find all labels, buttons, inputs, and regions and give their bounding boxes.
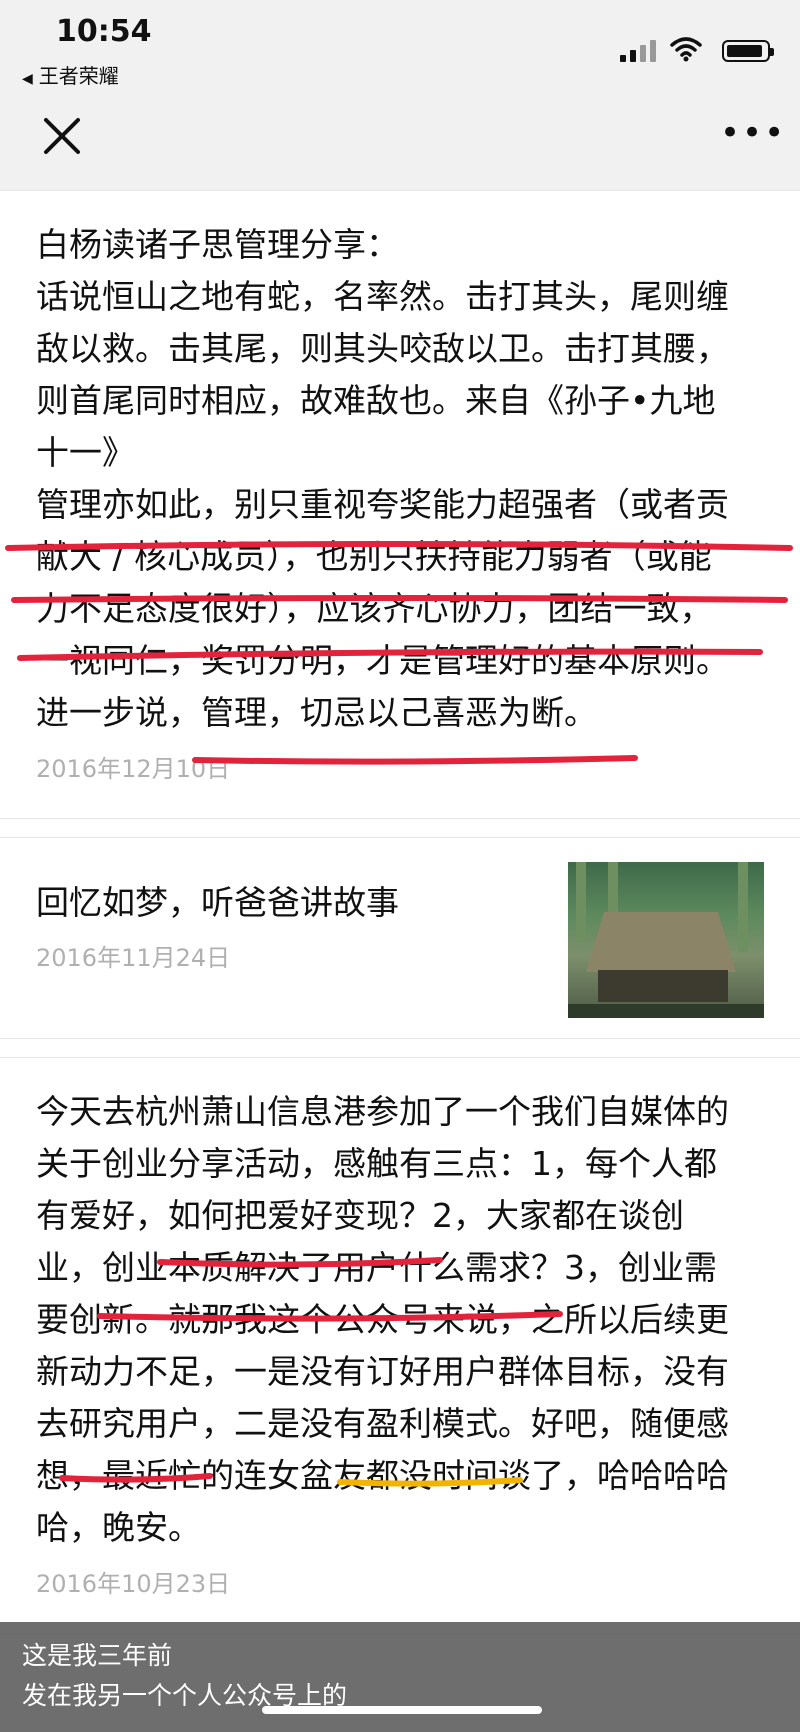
post-title: 回忆如梦，听爸爸讲故事 [36, 883, 399, 922]
back-triangle-icon: ◀ [22, 71, 33, 87]
wifi-icon [670, 37, 702, 62]
home-indicator[interactable] [262, 1706, 542, 1714]
post-text: 白杨读诸子思管理分享： 话说恒山之地有蛇，名率然。击打其头，尾则缠 敌以救。击其… [36, 225, 729, 732]
video-caption: 这是我三年前 发在我另一个个人公众号上的 [0, 1622, 800, 1732]
top-nav-bar: ••• [0, 90, 800, 191]
close-icon[interactable] [36, 110, 88, 162]
status-time: 10:54 [56, 14, 152, 49]
signal-icon [620, 40, 660, 62]
post-card-1[interactable]: 白杨读诸子思管理分享： 话说恒山之地有蛇，名率然。击打其头，尾则缠 敌以救。击其… [0, 190, 800, 819]
more-options-icon[interactable]: ••• [720, 116, 784, 154]
post-card-3[interactable]: 今天去杭州萧山信息港参加了一个我们自媒体的 关于创业分享活动，感触有三点：1，每… [0, 1057, 800, 1634]
post-date: 2016年11月24日 [36, 944, 231, 972]
article-feed: 白杨读诸子思管理分享： 话说恒山之地有蛇，名率然。击打其头，尾则缠 敌以救。击其… [0, 190, 800, 1652]
back-app-label: 王者荣耀 [38, 64, 119, 88]
back-to-app-link[interactable]: ◀ 王者荣耀 [22, 60, 119, 89]
post-date: 2016年12月10日 [36, 755, 231, 783]
post-text: 今天去杭州萧山信息港参加了一个我们自媒体的 关于创业分享活动，感触有三点：1，每… [36, 1092, 729, 1547]
post-thumbnail [568, 862, 764, 1018]
post-card-2[interactable]: 回忆如梦，听爸爸讲故事 2016年11月24日 [0, 837, 800, 1039]
caption-line-1: 这是我三年前 [22, 1641, 173, 1670]
status-bar: 10:54 ◀ 王者荣耀 [0, 0, 800, 90]
battery-icon [722, 40, 774, 62]
